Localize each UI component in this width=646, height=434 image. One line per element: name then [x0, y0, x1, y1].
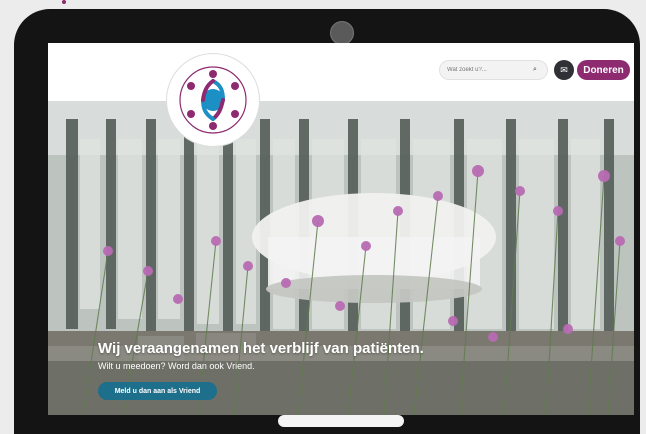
home-indicator [278, 415, 404, 427]
tablet-frame: ⌕ ✉ Doneren Wij veraangenamen het verbli… [14, 9, 640, 434]
hero-headline: Wij veraangenamen het verblijf van patië… [98, 340, 424, 357]
envelope-icon[interactable]: ✉ [554, 60, 574, 80]
logo-emblem [168, 55, 258, 145]
hero-subline: Wilt u meedoen? Word dan ook Vriend. [98, 361, 255, 371]
camera-dot [330, 21, 354, 45]
site-logo[interactable] [166, 53, 260, 147]
search-input[interactable] [447, 67, 533, 73]
magnifier-icon[interactable]: ⌕ [533, 66, 537, 74]
tablet-screen: ⌕ ✉ Doneren Wij veraangenamen het verbli… [48, 43, 634, 415]
donate-button[interactable]: Doneren [577, 60, 630, 80]
join-friend-button[interactable]: Meld u dan aan als Vriend [98, 382, 217, 400]
search-box[interactable]: ⌕ [439, 60, 548, 80]
background-accent [62, 0, 66, 4]
